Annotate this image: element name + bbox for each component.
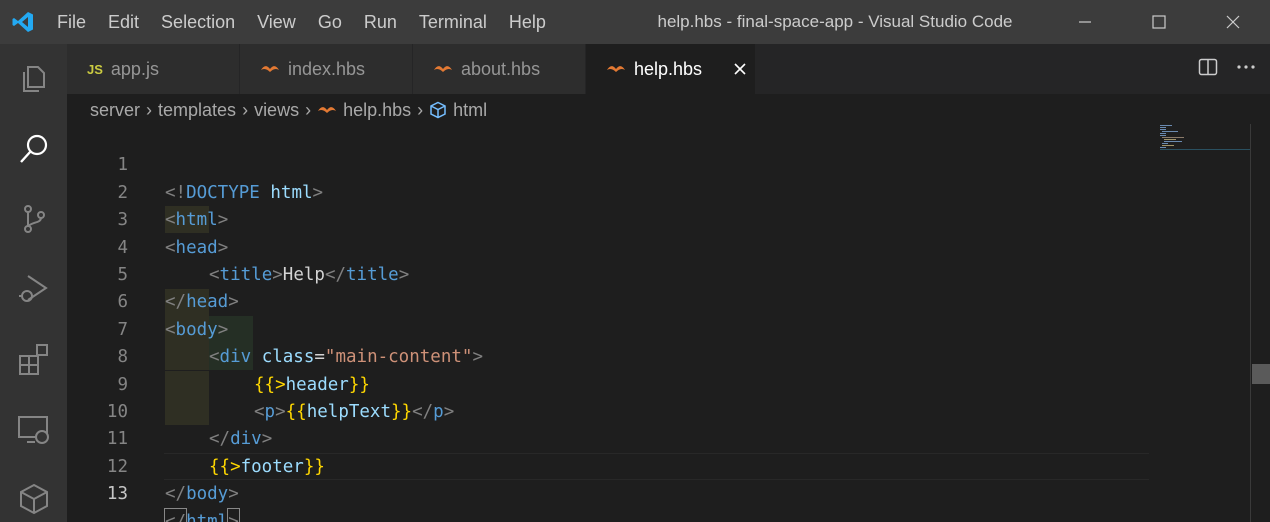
menu-help[interactable]: Help [498, 0, 557, 44]
activity-bar [0, 44, 67, 522]
line-number: 13 [106, 484, 128, 505]
minimap[interactable] [1150, 124, 1250, 184]
chevron-right-icon: › [146, 99, 153, 120]
close-window-button[interactable] [1196, 0, 1270, 44]
scrollbar-thumb[interactable] [1252, 364, 1270, 384]
menu-terminal[interactable]: Terminal [408, 0, 498, 44]
tab-label: about.hbs [461, 58, 541, 79]
code-line: 3 <head> [67, 180, 1149, 257]
code-line: 2 <html> [67, 152, 1149, 230]
tab-app-js[interactable]: JS app.js [67, 44, 240, 94]
menu-run[interactable]: Run [353, 0, 408, 44]
extensions-icon[interactable] [0, 324, 67, 394]
maximize-button[interactable] [1122, 0, 1196, 44]
breadcrumb: server › templates › views › help.hbs › … [90, 96, 487, 124]
docker-icon[interactable] [0, 464, 67, 522]
menu-bar: File Edit Selection View Go Run Terminal… [46, 0, 557, 44]
tab-label: app.js [110, 58, 159, 79]
code-line: 11 {{>footer}} [67, 399, 1149, 476]
symbol-element-icon [430, 101, 446, 119]
editor-tabs: JS app.js index.hbs about.hbs help.hbs [67, 44, 1270, 94]
menu-selection[interactable]: Selection [150, 0, 246, 44]
split-editor-icon[interactable] [1198, 57, 1218, 82]
breadcrumb-file[interactable]: help.hbs [317, 100, 411, 121]
code-line: 10 </div> [67, 372, 1149, 449]
code-line: 9 <p>{{helpText}}</p> [67, 344, 1149, 422]
run-debug-icon[interactable] [0, 254, 67, 324]
vertical-scrollbar[interactable] [1250, 124, 1270, 522]
menu-view[interactable]: View [246, 0, 307, 44]
code-line: 5 </head> [67, 235, 1149, 312]
more-actions-icon[interactable] [1236, 57, 1256, 82]
breadcrumb-templates[interactable]: templates [158, 100, 236, 121]
code-line-current: 13 </html> [67, 454, 1149, 522]
remote-explorer-icon[interactable] [0, 394, 67, 464]
matched-bracket: </ [163, 507, 188, 522]
code-line: 6 <body> [67, 262, 1149, 339]
vscode-logo-icon [0, 0, 46, 44]
breadcrumb-views[interactable]: views [254, 100, 299, 121]
javascript-file-icon: JS [87, 61, 103, 77]
window-controls [1048, 0, 1270, 44]
handlebars-file-icon [606, 61, 626, 78]
matched-bracket: > [227, 507, 240, 522]
handlebars-file-icon [318, 107, 337, 113]
tab-actions [1198, 44, 1256, 94]
breadcrumb-symbol-label: html [453, 99, 488, 120]
code-line: 8 {{>header}} [67, 317, 1149, 394]
title-bar: File Edit Selection View Go Run Terminal… [0, 0, 1270, 44]
tab-about-hbs[interactable]: about.hbs [413, 44, 586, 94]
menu-file[interactable]: File [46, 0, 97, 44]
code-line: 1 <!DOCTYPE html> [67, 125, 1149, 202]
minimize-button[interactable] [1048, 0, 1122, 44]
chevron-right-icon: › [305, 99, 312, 120]
tab-label: index.hbs [288, 58, 366, 79]
breadcrumb-server[interactable]: server [90, 100, 140, 121]
breadcrumb-symbol[interactable]: html [429, 100, 487, 121]
code-editor[interactable]: 1 <!DOCTYPE html> 2 <html> 3 <head> 4 <t… [67, 124, 1270, 522]
breadcrumb-file-label: help.hbs [343, 99, 412, 120]
source-control-icon[interactable] [0, 184, 67, 254]
search-icon[interactable] [0, 114, 67, 184]
menu-go[interactable]: Go [307, 0, 353, 44]
handlebars-file-icon [260, 61, 280, 78]
tab-label: help.hbs [634, 58, 703, 79]
menu-edit[interactable]: Edit [97, 0, 150, 44]
handlebars-file-icon [433, 61, 453, 78]
close-tab-icon[interactable] [730, 59, 750, 79]
explorer-icon[interactable] [0, 44, 67, 114]
chevron-right-icon: › [242, 99, 249, 120]
tab-index-hbs[interactable]: index.hbs [240, 44, 413, 94]
code-line: 7 <div class="main-content"> [67, 289, 1149, 367]
code-line: 4 <title>Help</title> [67, 207, 1149, 285]
tab-help-hbs[interactable]: help.hbs [586, 44, 756, 94]
code-line: 12 </body> [67, 426, 1149, 504]
chevron-right-icon: › [417, 99, 424, 120]
